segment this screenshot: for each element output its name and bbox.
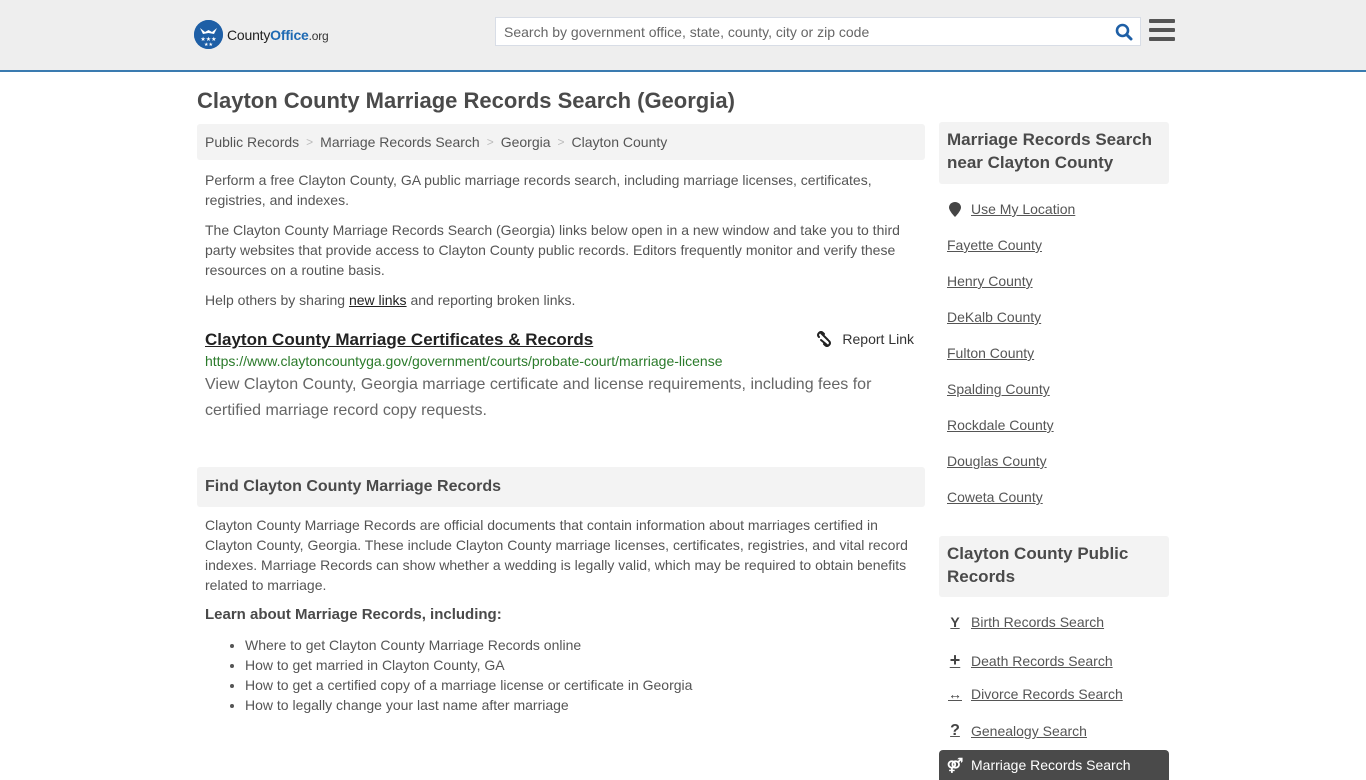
eagle-logo-icon: ★★★ ★★	[194, 20, 223, 49]
breadcrumb-clayton-county[interactable]: Clayton County	[572, 134, 668, 150]
result-url: https://www.claytoncountyga.gov/governme…	[205, 353, 723, 369]
intro-paragraph-3: Help others by sharing new links and rep…	[205, 292, 576, 308]
breadcrumb-georgia[interactable]: Georgia	[501, 134, 551, 150]
breadcrumb: Public Records > Marriage Records Search…	[197, 124, 925, 160]
genealogy-search-link[interactable]: ? Genealogy Search	[947, 722, 1087, 740]
list-item: How to legally change your last name aft…	[245, 695, 692, 715]
report-link-button[interactable]: Report Link	[816, 331, 914, 347]
nearby-county-link[interactable]: DeKalb County	[947, 309, 1041, 325]
nearby-county-link[interactable]: Fayette County	[947, 237, 1042, 253]
site-header: ★★★ ★★ CountyOffice.org	[0, 0, 1366, 72]
map-marker-icon	[947, 201, 963, 217]
find-records-body: Clayton County Marriage Records are offi…	[205, 517, 908, 593]
site-logo[interactable]: ★★★ ★★ CountyOffice.org	[194, 20, 329, 49]
breadcrumb-separator: >	[557, 135, 565, 149]
new-links-link[interactable]: new links	[349, 292, 407, 308]
page-title: Clayton County Marriage Records Search (…	[197, 88, 735, 113]
arrows-horizontal-icon: ↔	[948, 686, 962, 702]
result-title-link[interactable]: Clayton County Marriage Certificates & R…	[205, 330, 593, 350]
intro-text: Perform a free Clayton County, GA public…	[205, 170, 920, 320]
plus-icon: +	[949, 650, 961, 670]
hamburger-line	[1149, 37, 1175, 41]
nearby-county-link[interactable]: Fulton County	[947, 345, 1034, 361]
child-icon: Y	[950, 614, 960, 630]
list-item: Where to get Clayton County Marriage Rec…	[245, 635, 692, 655]
question-icon: ?	[950, 722, 960, 739]
marriage-records-link-active[interactable]: ⚤ Marriage Records Search	[939, 750, 1169, 780]
find-records-heading: Find Clayton County Marriage Records	[197, 467, 925, 507]
breadcrumb-public-records[interactable]: Public Records	[205, 134, 299, 150]
hamburger-line	[1149, 28, 1175, 32]
use-my-location-link[interactable]: Use My Location	[947, 201, 1075, 217]
svg-text:★★: ★★	[204, 42, 213, 48]
search-bar	[495, 17, 1141, 46]
learn-about-list: Where to get Clayton County Marriage Rec…	[245, 635, 692, 715]
nearby-county-link[interactable]: Henry County	[947, 273, 1033, 289]
nearby-counties-heading: Marriage Records Search near Clayton Cou…	[939, 122, 1169, 184]
search-button[interactable]	[1108, 18, 1140, 45]
logo-text: CountyOffice.org	[227, 26, 329, 43]
result-description: View Clayton County, Georgia marriage ce…	[205, 376, 872, 419]
hamburger-line	[1149, 19, 1175, 23]
breadcrumb-separator: >	[306, 135, 314, 149]
list-item: How to get married in Clayton County, GA	[245, 655, 692, 675]
nearby-county-link[interactable]: Coweta County	[947, 489, 1043, 505]
intro-paragraph-2: The Clayton County Marriage Records Sear…	[205, 222, 900, 278]
search-input[interactable]	[496, 18, 1108, 45]
search-icon	[1115, 23, 1133, 40]
record-link-result: Clayton County Marriage Certificates & R…	[205, 329, 917, 424]
nearby-county-link[interactable]: Spalding County	[947, 381, 1050, 397]
learn-about-heading: Learn about Marriage Records, including:	[205, 606, 502, 623]
nearby-county-link[interactable]: Rockdale County	[947, 417, 1054, 433]
nearby-county-link[interactable]: Douglas County	[947, 453, 1047, 469]
divorce-records-link[interactable]: ↔ Divorce Records Search	[947, 686, 1123, 702]
breadcrumb-separator: >	[486, 135, 494, 149]
marriage-icon: ⚤	[946, 756, 964, 773]
public-records-heading: Clayton County Public Records	[939, 536, 1169, 597]
intro-paragraph-1: Perform a free Clayton County, GA public…	[205, 172, 872, 208]
hamburger-menu-button[interactable]	[1149, 19, 1175, 43]
breadcrumb-marriage-records-search[interactable]: Marriage Records Search	[320, 134, 480, 150]
broken-link-icon	[817, 331, 832, 347]
list-item: How to get a certified copy of a marriag…	[245, 675, 692, 695]
death-records-link[interactable]: + Death Records Search	[947, 650, 1113, 671]
birth-records-link[interactable]: Y Birth Records Search	[947, 614, 1104, 630]
